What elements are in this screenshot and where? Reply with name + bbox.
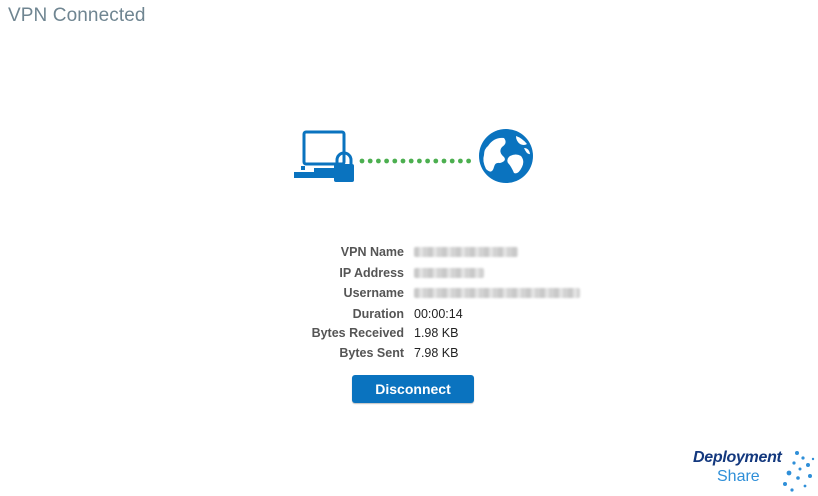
globe-icon xyxy=(479,129,533,183)
connection-dot xyxy=(441,158,447,164)
connection-dot xyxy=(384,158,389,164)
connection-dot xyxy=(392,158,398,164)
info-row-username: Username xyxy=(250,284,590,305)
info-value-redacted xyxy=(414,284,580,305)
info-label: Bytes Received xyxy=(311,326,404,340)
info-row-bytes-received: Bytes Received 1.98 KB xyxy=(250,324,590,344)
connection-illustration xyxy=(294,129,533,183)
connection-dot xyxy=(376,158,381,164)
info-value: 7.98 KB xyxy=(414,345,459,360)
disconnect-button[interactable]: Disconnect xyxy=(352,375,474,403)
connection-info: VPN Name IP Address Username Duration 00… xyxy=(250,243,590,363)
window-title: VPN Connected xyxy=(8,5,146,26)
connection-dot xyxy=(367,158,373,164)
info-value-redacted xyxy=(414,243,518,264)
info-row-vpn-name: VPN Name xyxy=(250,243,590,264)
connection-dot xyxy=(417,158,422,164)
deploymentshare-logo: Deployment Share xyxy=(690,446,816,494)
connection-dot xyxy=(400,158,406,164)
info-label: Username xyxy=(343,286,404,300)
info-value-redacted xyxy=(414,264,484,285)
connection-dot xyxy=(408,158,414,164)
computer-lock-icon xyxy=(294,130,354,182)
info-value: 1.98 KB xyxy=(414,326,459,340)
info-row-ip-address: IP Address xyxy=(250,264,590,285)
logo-dots-icon xyxy=(783,451,815,492)
connection-dot xyxy=(425,158,430,164)
connection-dot xyxy=(458,158,463,164)
connection-dot xyxy=(449,158,455,164)
connection-dot xyxy=(433,158,439,164)
info-row-bytes-sent: Bytes Sent 7.98 KB xyxy=(250,344,590,364)
connection-dot xyxy=(466,158,471,164)
info-label: Bytes Sent xyxy=(339,345,404,360)
info-label: Duration xyxy=(352,306,404,321)
info-row-duration: Duration 00:00:14 xyxy=(250,305,590,325)
info-label: VPN Name xyxy=(340,245,404,259)
info-value: 00:00:14 xyxy=(414,306,463,321)
connection-dots xyxy=(359,158,471,164)
connection-dot xyxy=(359,158,365,164)
info-label: IP Address xyxy=(339,265,404,280)
